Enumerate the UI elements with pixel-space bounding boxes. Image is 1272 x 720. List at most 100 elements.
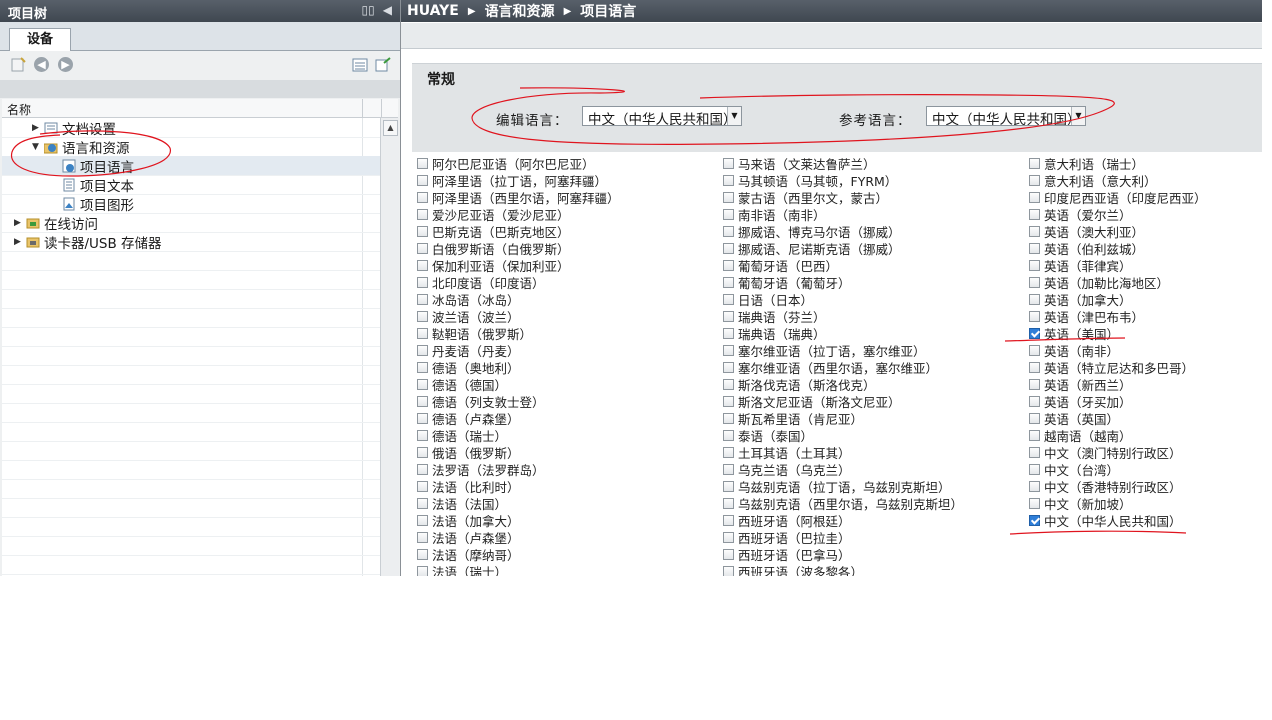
language-option[interactable]: 乌兹别克语（西里尔语，乌兹别克斯坦） — [723, 495, 963, 512]
language-checkbox[interactable] — [1029, 260, 1040, 271]
language-checkbox[interactable] — [723, 260, 734, 271]
back-icon[interactable]: ◀ — [34, 57, 49, 72]
language-checkbox[interactable] — [417, 328, 428, 339]
language-option[interactable]: 西班牙语（巴拉圭） — [723, 529, 963, 546]
language-checkbox[interactable] — [723, 243, 734, 254]
language-checkbox[interactable] — [723, 226, 734, 237]
language-option[interactable]: 北印度语（印度语） — [417, 274, 620, 291]
language-option[interactable]: 乌克兰语（乌克兰） — [723, 461, 963, 478]
forward-icon[interactable]: ▶ — [58, 57, 73, 72]
language-option[interactable]: 阿泽里语（拉丁语，阿塞拜疆） — [417, 172, 620, 189]
language-checkbox[interactable] — [417, 192, 428, 203]
tree-item[interactable]: ▼ 语言和资源 — [32, 137, 130, 157]
language-checkbox[interactable] — [417, 294, 428, 305]
language-checkbox[interactable] — [1029, 447, 1040, 458]
language-checkbox[interactable] — [723, 515, 734, 526]
language-checkbox[interactable] — [417, 413, 428, 424]
language-checkbox[interactable] — [1029, 413, 1040, 424]
language-option[interactable]: 英语（英国） — [1029, 410, 1207, 427]
language-checkbox[interactable] — [417, 345, 428, 356]
language-checkbox[interactable] — [723, 345, 734, 356]
language-option[interactable]: 英语（新西兰） — [1029, 376, 1207, 393]
language-checkbox[interactable] — [417, 226, 428, 237]
language-option[interactable]: 英语（美国） — [1029, 325, 1207, 342]
tree-scrollbar[interactable]: ▲ — [380, 118, 399, 576]
language-checkbox[interactable] — [723, 481, 734, 492]
language-checkbox[interactable] — [1029, 396, 1040, 407]
language-option[interactable]: 挪威语、博克马尔语（挪威） — [723, 223, 963, 240]
language-checkbox[interactable] — [417, 260, 428, 271]
language-checkbox[interactable] — [723, 532, 734, 543]
breadcrumb-language-resources[interactable]: 语言和资源 — [485, 1, 555, 21]
language-checkbox[interactable] — [723, 413, 734, 424]
collapsed-arrow-icon[interactable]: ▶ — [14, 218, 26, 228]
chevron-down-icon[interactable]: ▼ — [727, 107, 741, 125]
language-option[interactable]: 挪威语、尼诺斯克语（挪威） — [723, 240, 963, 257]
language-checkbox[interactable] — [1029, 498, 1040, 509]
split-view-icon[interactable]: ▯▯ — [362, 3, 375, 17]
language-checkbox[interactable] — [417, 532, 428, 543]
export-icon[interactable] — [375, 57, 391, 73]
language-checkbox[interactable] — [417, 362, 428, 373]
language-checkbox[interactable] — [723, 311, 734, 322]
language-checkbox[interactable] — [1029, 379, 1040, 390]
tree-item[interactable]: 项目语言 — [50, 156, 134, 176]
language-checkbox[interactable] — [417, 481, 428, 492]
tree-item[interactable]: ▶ 读卡器/USB 存储器 — [14, 232, 162, 252]
language-option[interactable]: 英语（南非） — [1029, 342, 1207, 359]
language-checkbox[interactable] — [723, 566, 734, 576]
language-checkbox[interactable] — [723, 447, 734, 458]
language-option[interactable]: 意大利语（意大利） — [1029, 172, 1207, 189]
language-option[interactable]: 斯瓦希里语（肯尼亚） — [723, 410, 963, 427]
language-option[interactable]: 中文（香港特别行政区） — [1029, 478, 1207, 495]
language-option[interactable]: 德语（奥地利） — [417, 359, 620, 376]
scroll-up-icon[interactable]: ▲ — [383, 120, 398, 136]
language-checkbox[interactable] — [1029, 226, 1040, 237]
tree-item[interactable]: 项目图形 — [50, 194, 134, 214]
language-checkbox[interactable] — [723, 328, 734, 339]
language-option[interactable]: 西班牙语（阿根廷） — [723, 512, 963, 529]
language-checkbox[interactable] — [723, 430, 734, 441]
language-option[interactable]: 英语（澳大利亚） — [1029, 223, 1207, 240]
language-option[interactable]: 西班牙语（巴拿马） — [723, 546, 963, 563]
language-checkbox[interactable] — [417, 498, 428, 509]
language-checkbox[interactable] — [723, 549, 734, 560]
expanded-arrow-icon[interactable]: ▼ — [32, 142, 44, 152]
language-option[interactable]: 巴斯克语（巴斯克地区） — [417, 223, 620, 240]
language-checkbox[interactable] — [723, 498, 734, 509]
language-checkbox[interactable] — [417, 277, 428, 288]
collapsed-arrow-icon[interactable]: ▶ — [14, 237, 26, 247]
language-checkbox[interactable] — [723, 277, 734, 288]
language-option[interactable]: 英语（牙买加） — [1029, 393, 1207, 410]
language-checkbox[interactable] — [417, 515, 428, 526]
language-option[interactable]: 鞑靼语（俄罗斯） — [417, 325, 620, 342]
language-checkbox[interactable] — [1029, 464, 1040, 475]
tree-item[interactable]: ▶ 文档设置 — [32, 118, 116, 138]
language-checkbox[interactable] — [1029, 311, 1040, 322]
language-checkbox[interactable] — [417, 447, 428, 458]
language-checkbox[interactable] — [417, 396, 428, 407]
language-checkbox[interactable] — [417, 209, 428, 220]
language-option[interactable]: 泰语（泰国） — [723, 427, 963, 444]
language-checkbox[interactable] — [1029, 192, 1040, 203]
language-option[interactable]: 英语（爱尔兰） — [1029, 206, 1207, 223]
language-option[interactable]: 塞尔维亚语（拉丁语，塞尔维亚） — [723, 342, 963, 359]
language-checkbox[interactable] — [417, 549, 428, 560]
language-checkbox[interactable] — [1029, 277, 1040, 288]
language-option[interactable]: 法语（卢森堡） — [417, 529, 620, 546]
language-option[interactable]: 法语（比利时） — [417, 478, 620, 495]
language-option[interactable]: 马来语（文莱达鲁萨兰） — [723, 155, 963, 172]
language-option[interactable]: 南非语（南非） — [723, 206, 963, 223]
language-option[interactable]: 英语（加拿大） — [1029, 291, 1207, 308]
language-option[interactable]: 冰岛语（冰岛） — [417, 291, 620, 308]
language-option[interactable]: 印度尼西亚语（印度尼西亚） — [1029, 189, 1207, 206]
language-checkbox[interactable] — [723, 464, 734, 475]
language-checkbox[interactable] — [1029, 515, 1040, 526]
language-checkbox[interactable] — [1029, 345, 1040, 356]
language-option[interactable]: 德语（列支敦士登） — [417, 393, 620, 410]
language-checkbox[interactable] — [723, 362, 734, 373]
language-option[interactable]: 乌兹别克语（拉丁语，乌兹别克斯坦） — [723, 478, 963, 495]
language-checkbox[interactable] — [723, 379, 734, 390]
language-option[interactable]: 中文（澳门特别行政区） — [1029, 444, 1207, 461]
language-option[interactable]: 英语（加勒比海地区） — [1029, 274, 1207, 291]
